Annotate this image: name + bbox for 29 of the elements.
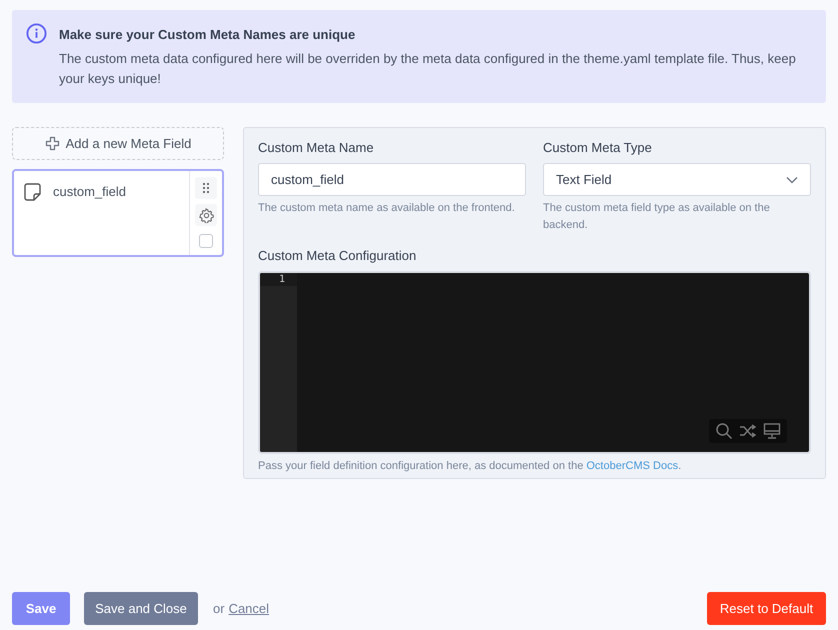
alert-title: Make sure your Custom Meta Names are unique [59, 27, 356, 42]
drag-handle-icon[interactable] [195, 177, 217, 199]
note-icon [24, 183, 41, 201]
code-editor[interactable]: 1 [258, 271, 811, 454]
reset-button[interactable]: Reset to Default [707, 592, 826, 625]
monitor-icon[interactable] [763, 422, 781, 440]
cancel-link[interactable]: Cancel [228, 601, 270, 616]
type-select[interactable]: Text Field [543, 163, 811, 196]
field-card[interactable]: custom_field [12, 169, 224, 257]
plus-icon [44, 136, 60, 151]
or-text: or [213, 601, 225, 616]
name-input[interactable]: custom_field [258, 163, 526, 196]
save-and-close-button[interactable]: Save and Close [84, 592, 198, 625]
field-name: custom_field [53, 184, 126, 199]
config-hint: Pass your field definition configuration here, as documented on the OctoberCMS Docs. [258, 459, 682, 474]
settings-icon[interactable] [195, 204, 217, 226]
shuffle-icon[interactable] [739, 422, 757, 440]
search-icon[interactable] [715, 422, 733, 440]
info-icon [26, 23, 47, 44]
add-field-button[interactable]: Add a new Meta Field [12, 127, 224, 160]
field-hint: The custom meta name as available on the frontend. [258, 201, 516, 216]
field-hint: The custom meta field type as available on the backend. [543, 201, 771, 233]
line-number: 1 [260, 273, 297, 286]
field-label: Custom Meta Name [258, 140, 375, 155]
alert-message: The custom meta data configured here will be overriden by the meta data configured in the theme.yaml template file. Thus, keep your keys unique! [59, 50, 797, 88]
checkbox[interactable] [199, 234, 213, 248]
field-label: Custom Meta Configuration [258, 248, 418, 263]
chevron-down-icon [786, 176, 798, 184]
field-label: Custom Meta Type [543, 140, 653, 155]
